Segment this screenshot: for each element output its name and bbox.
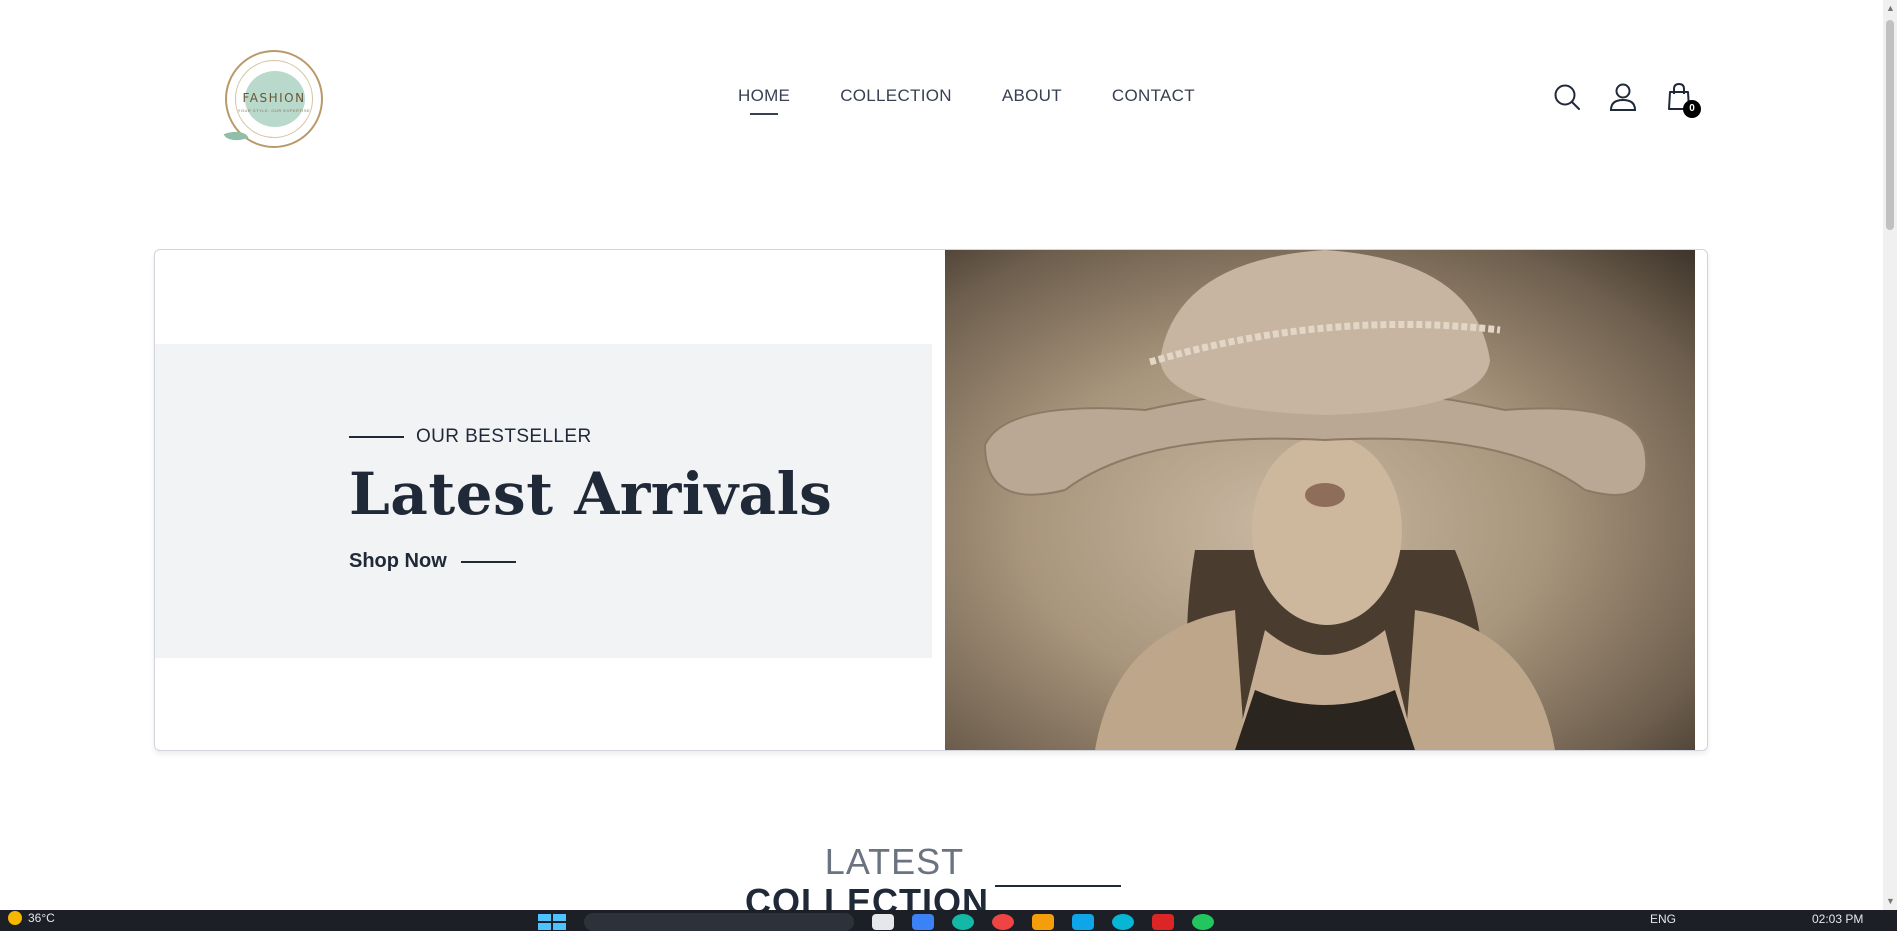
hero-text-panel: OUR BESTSELLER Latest Arrivals Shop Now: [155, 344, 932, 658]
header-icons: 0: [1552, 82, 1701, 118]
user-icon: [1609, 83, 1637, 111]
logo-tagline: YOUR STYLE, OUR EXPERTISE: [237, 108, 311, 113]
clock[interactable]: 02:03 PM: [1812, 912, 1863, 926]
brand-logo[interactable]: FASHION YOUR STYLE, OUR EXPERTISE: [223, 50, 323, 148]
chat-icon[interactable]: [1192, 914, 1214, 930]
page-scrollbar[interactable]: ▲ ▼: [1883, 0, 1897, 910]
nav-contact[interactable]: CONTACT: [1112, 86, 1195, 106]
sun-icon: [8, 911, 22, 925]
mail-icon[interactable]: [1152, 914, 1174, 930]
chrome-icon[interactable]: [992, 914, 1014, 930]
nav-collection[interactable]: COLLECTION: [840, 86, 952, 106]
woman-hat-photo-illustration: [983, 250, 1648, 750]
taskbar-search[interactable]: [584, 913, 854, 931]
search-button[interactable]: [1552, 82, 1582, 112]
eyebrow-text: OUR BESTSELLER: [416, 426, 592, 447]
hero-eyebrow: OUR BESTSELLER: [349, 426, 592, 448]
nav-home[interactable]: HOME: [738, 86, 790, 115]
nav-about[interactable]: ABOUT: [1002, 86, 1062, 106]
shop-now-label: Shop Now: [349, 550, 447, 572]
search-icon: [1554, 84, 1580, 110]
logo-inner-ring: FASHION YOUR STYLE, OUR EXPERTISE: [235, 60, 313, 138]
eyebrow-line: [349, 436, 404, 438]
right-shoulder: [1405, 610, 1555, 750]
hero-title: Latest Arrivals: [349, 460, 833, 528]
cart-count-badge: 0: [1683, 100, 1701, 118]
weather-temp: 36°C: [28, 911, 55, 925]
scroll-up-arrow-icon[interactable]: ▲: [1886, 3, 1895, 13]
main-nav: HOME COLLECTION ABOUT CONTACT: [738, 86, 1195, 115]
hero-banner: OUR BESTSELLER Latest Arrivals Shop Now: [154, 249, 1708, 751]
face-shape: [1252, 435, 1402, 625]
taskbar-apps: [538, 913, 1214, 931]
cart-button[interactable]: 0: [1664, 82, 1701, 118]
folder-icon[interactable]: [1032, 914, 1054, 930]
edge-icon[interactable]: [952, 914, 974, 930]
store-icon[interactable]: [1072, 914, 1094, 930]
browser-icon[interactable]: [1112, 914, 1134, 930]
shop-now-line: [460, 560, 516, 563]
profile-button[interactable]: [1608, 82, 1638, 112]
app-icon[interactable]: [912, 914, 934, 930]
leaf-icon: [223, 126, 249, 146]
section-title-line1: LATEST: [824, 841, 965, 882]
section-title-rule: [995, 885, 1121, 887]
left-shoulder: [1095, 610, 1245, 750]
windows-start-icon[interactable]: [538, 914, 566, 930]
os-taskbar: 36°C ENG 02:03 PM: [0, 910, 1897, 931]
logo-wordmark: FASHION: [242, 91, 306, 105]
hero-image: [945, 250, 1695, 750]
scroll-thumb[interactable]: [1886, 20, 1894, 230]
shop-now-link[interactable]: Shop Now: [349, 550, 516, 573]
lips-shape: [1305, 483, 1345, 507]
hat-crown: [1160, 250, 1490, 415]
file-icon[interactable]: [872, 914, 894, 930]
scroll-down-arrow-icon[interactable]: ▼: [1886, 896, 1895, 906]
weather-widget[interactable]: 36°C: [8, 911, 55, 925]
language-indicator[interactable]: ENG: [1650, 912, 1676, 926]
